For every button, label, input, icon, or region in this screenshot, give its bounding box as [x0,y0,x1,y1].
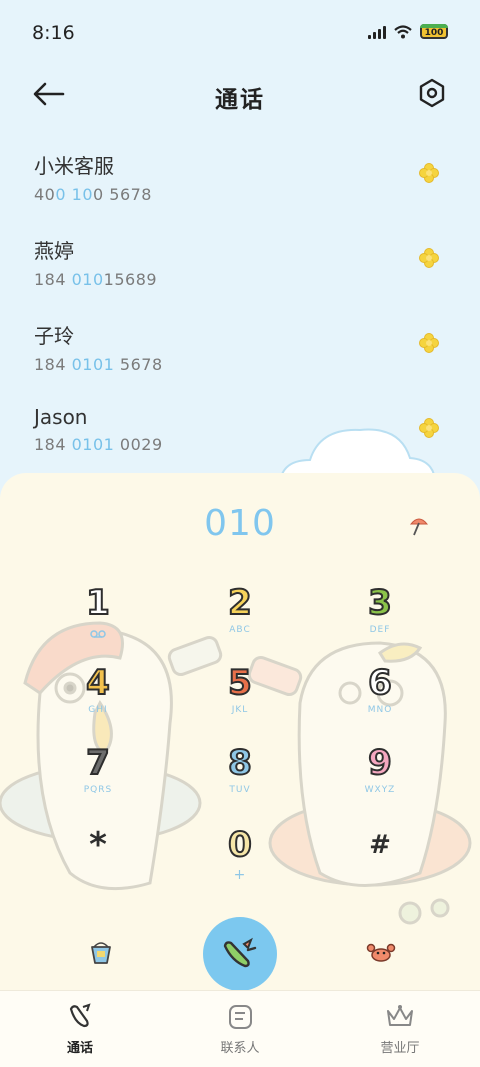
voicemail-icon [90,630,106,638]
flower-call-icon[interactable] [418,332,440,354]
dial-key-7[interactable]: 7 PQRS [38,742,158,815]
key-digit: 9 [367,742,393,784]
key-letters: PQRS [83,785,113,795]
key-digit: 2 [227,582,253,624]
key-letters: GHI [88,705,108,715]
contact-name: 子玲 [34,324,74,348]
dial-key-1[interactable]: 1 [38,582,158,655]
nav-item-contacts[interactable]: 联系人 [160,991,320,1067]
status-icons: 100 [368,24,448,39]
status-time: 8:16 [32,22,75,44]
dial-key-4[interactable]: 4 GHI [38,662,158,735]
header: 通话 [0,66,480,122]
dial-panel: 010 1 2 ABC 3 DEF 4 GHI 5 JKL 6 MNO 7 PQ… [0,473,480,993]
dial-key-9[interactable]: 9 WXYZ [320,742,440,815]
contact-name: 燕婷 [34,239,74,263]
battery-level: 100 [424,27,444,38]
page-title: 通话 [215,87,265,113]
contacts-icon [229,1005,252,1029]
status-bar: 8:16 100 [0,0,480,66]
flower-call-icon[interactable] [418,247,440,269]
key-digit: 6 [367,662,393,704]
contact-item[interactable]: 子玲 184 0101 5678 [0,310,480,395]
flower-call-icon[interactable] [418,162,440,184]
contact-item[interactable]: 燕婷 184 01015689 [0,225,480,310]
contact-name: 小米客服 [34,154,114,178]
nav-label: 通话 [66,1041,93,1056]
key-digit: * [89,825,107,865]
battery-icon: 100 [420,24,448,39]
nav-label: 营业厅 [380,1041,420,1056]
hexagon-settings-icon[interactable] [418,78,446,108]
key-digit: 7 [85,742,111,784]
key-digit: # [369,830,391,860]
dial-actions [0,887,480,991]
contact-number: 184 0101 5678 [34,355,163,374]
parasol-icon[interactable] [408,515,430,537]
dial-key-2[interactable]: 2 ABC [180,582,300,655]
contact-number: 400 100 5678 [34,185,152,204]
key-letters: MNO [367,705,393,715]
key-digit: 5 [227,662,253,704]
key-digit: 3 [367,582,393,624]
signal-icon [368,25,386,39]
dial-key-6[interactable]: 6 MNO [320,662,440,735]
key-digit: 1 [85,582,111,624]
contact-item[interactable]: 小米客服 400 100 5678 [0,140,480,225]
key-letters: JKL [231,705,249,715]
crab-icon[interactable] [366,941,396,963]
phone-icon [223,937,257,968]
crown-icon [387,1005,413,1026]
key-letters: ABC [229,625,251,635]
bottom-nav: 通话 联系人 营业厅 [0,990,480,1067]
nav-item-service-hall[interactable]: 营业厅 [320,991,480,1067]
key-letters: TUV [229,785,251,795]
dial-key-5[interactable]: 5 JKL [180,662,300,735]
key-letters: + [233,867,247,883]
key-digit: 8 [227,742,253,784]
wifi-icon [394,24,412,38]
dial-key-3[interactable]: 3 DEF [320,582,440,655]
key-digit: 0 [227,824,253,866]
dial-key-8[interactable]: 8 TUV [180,742,300,815]
phone-icon [69,1003,91,1028]
call-button[interactable] [203,917,277,991]
key-digit: 4 [85,662,111,704]
contact-number: 184 01015689 [34,270,158,289]
bucket-icon[interactable] [88,939,114,965]
nav-label: 联系人 [220,1041,260,1056]
nav-item-calls[interactable]: 通话 [0,991,160,1067]
key-letters: DEF [369,625,391,635]
key-letters: WXYZ [364,785,396,795]
